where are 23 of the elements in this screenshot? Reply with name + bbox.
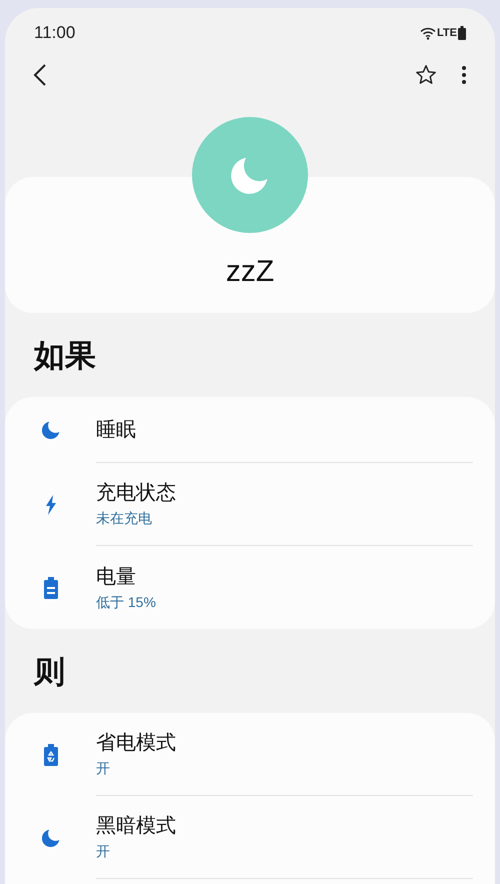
row-subtitle: 低于 15% [96,592,156,612]
row-subtitle: 开 [96,759,110,778]
battery-icon [458,26,466,40]
battery-icon [44,576,58,598]
moon-icon [40,419,62,441]
battery-icon [44,744,58,766]
row-title[interactable]: 充电状态 [96,480,176,506]
wifi-icon [420,26,436,40]
profile-name: zzZ [226,257,274,287]
row-title[interactable]: 睡眠 [96,416,136,442]
row-subtitle: 开 [96,842,110,861]
section-heading: 如果 [34,340,96,370]
status-time: 11:00 [34,22,76,44]
row-title[interactable]: 省电模式 [96,730,176,756]
row-title[interactable]: 黑暗模式 [96,813,176,839]
bolt-icon [44,494,56,514]
row-title[interactable]: 电量 [96,564,136,590]
network-label: LTE [437,26,457,41]
section-heading: 则 [34,656,65,686]
row-subtitle: 未在充电 [96,509,152,528]
star-icon[interactable] [415,64,437,86]
more-icon[interactable] [461,65,467,85]
back-icon[interactable] [33,63,47,87]
